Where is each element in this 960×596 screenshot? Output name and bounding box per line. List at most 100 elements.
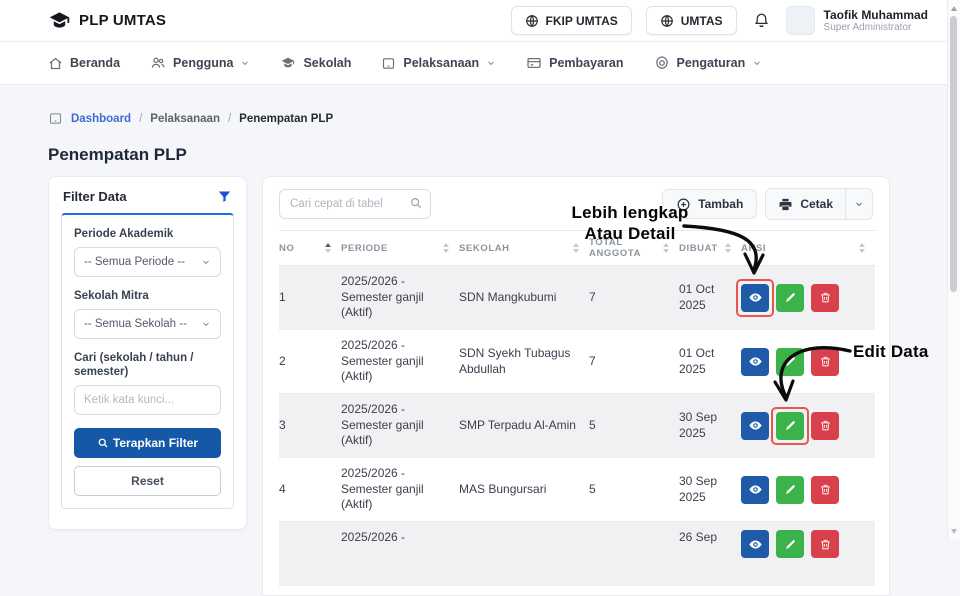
nav-item-pengaturan[interactable]: Pengaturan <box>654 55 763 71</box>
nav-item-pembayaran[interactable]: Pembayaran <box>526 55 623 71</box>
umtas-button[interactable]: UMTAS <box>646 6 737 35</box>
chevron-down-icon <box>240 58 250 68</box>
notification-bell-icon[interactable] <box>753 12 770 29</box>
column-header-dibuat[interactable]: DIBUAT <box>679 231 741 266</box>
cell-no: 1 <box>279 266 341 330</box>
row-actions <box>741 530 867 558</box>
cell-no: 4 <box>279 458 341 522</box>
table-row: 1 2025/2026 - Semester ganjil (Aktif) SD… <box>279 266 875 330</box>
chevron-down-icon <box>486 58 496 68</box>
cell-total-anggota: 5 <box>589 394 679 458</box>
graduation-cap-icon <box>280 55 296 71</box>
cell-sekolah: SDN Mangkubumi <box>459 266 589 330</box>
add-button[interactable]: Tambah <box>662 189 757 219</box>
sort-icon <box>859 243 865 253</box>
eye-icon <box>748 482 763 497</box>
app-logo[interactable]: PLP UMTAS <box>48 9 166 32</box>
edit-button[interactable] <box>776 530 804 558</box>
user-menu[interactable]: Taofik Muhammad Super Administrator <box>786 6 928 35</box>
tablet-icon <box>48 111 63 126</box>
cell-total-anggota: 5 <box>589 458 679 522</box>
users-icon <box>150 55 166 71</box>
breadcrumb-current: Penempatan PLP <box>239 113 333 125</box>
cell-no <box>279 522 341 586</box>
scroll-down-arrow[interactable] <box>951 529 957 534</box>
view-button[interactable] <box>741 348 769 376</box>
placement-table: NO PERIODE SEKOLAH TOTAL ANGGOTA DIBUAT … <box>279 230 875 586</box>
print-button[interactable]: Cetak <box>766 189 845 219</box>
sort-icon <box>325 243 331 253</box>
placement-table-body: 1 2025/2026 - Semester ganjil (Aktif) SD… <box>279 266 875 586</box>
cell-dibuat: 26 Sep <box>679 522 741 586</box>
column-header-no[interactable]: NO <box>279 231 341 266</box>
edit-button[interactable] <box>776 412 804 440</box>
delete-button[interactable] <box>811 476 839 504</box>
credit-card-icon <box>526 55 542 71</box>
apply-filter-button[interactable]: Terapkan Filter <box>74 428 221 458</box>
sort-icon <box>443 243 449 253</box>
page-title: Penempatan PLP <box>48 145 187 165</box>
cell-no: 3 <box>279 394 341 458</box>
cell-no: 2 <box>279 330 341 394</box>
eye-icon <box>748 290 763 305</box>
tablet-icon <box>381 56 396 71</box>
cell-sekolah: SDN Syekh Tubagus Abdullah <box>459 330 589 394</box>
keyword-search-input[interactable] <box>74 385 221 415</box>
cell-periode: 2025/2026 - Semester ganjil (Aktif) <box>341 394 459 458</box>
pencil-icon <box>784 419 797 432</box>
eye-icon <box>748 537 763 552</box>
periode-akademik-select[interactable]: -- Semua Periode -- <box>74 247 221 277</box>
keyword-search-label: Cari (sekolah / tahun / semester) <box>74 351 221 379</box>
cell-periode: 2025/2026 - Semester ganjil (Aktif) <box>341 266 459 330</box>
chevron-down-icon <box>201 257 211 267</box>
row-actions <box>741 476 867 504</box>
cell-periode: 2025/2026 - Semester ganjil (Aktif) <box>341 330 459 394</box>
scroll-up-arrow[interactable] <box>951 6 957 11</box>
brand-name: PLP UMTAS <box>79 12 166 29</box>
cell-total-anggota: 7 <box>589 266 679 330</box>
nav-item-beranda[interactable]: Beranda <box>48 56 120 71</box>
fkip-umtas-button[interactable]: FKIP UMTAS <box>511 6 632 35</box>
edit-button[interactable] <box>776 348 804 376</box>
reset-filter-button[interactable]: Reset <box>74 466 221 496</box>
delete-button[interactable] <box>811 348 839 376</box>
delete-button[interactable] <box>811 530 839 558</box>
view-button[interactable] <box>741 412 769 440</box>
nav-item-pengguna[interactable]: Pengguna <box>150 55 250 71</box>
cell-total-anggota: 7 <box>589 330 679 394</box>
table-row: 2 2025/2026 - Semester ganjil (Aktif) SD… <box>279 330 875 394</box>
sekolah-mitra-label: Sekolah Mitra <box>74 289 221 303</box>
view-button[interactable] <box>741 476 769 504</box>
umtas-label: UMTAS <box>681 14 723 28</box>
delete-button[interactable] <box>811 284 839 312</box>
filter-panel: Filter Data Periode Akademik -- Semua Pe… <box>48 176 247 530</box>
edit-button[interactable] <box>776 476 804 504</box>
fkip-umtas-label: FKIP UMTAS <box>546 14 618 28</box>
cell-dibuat: 01 Oct 2025 <box>679 330 741 394</box>
view-button[interactable] <box>741 284 769 312</box>
pencil-icon <box>784 538 797 551</box>
cell-dibuat: 30 Sep 2025 <box>679 458 741 522</box>
pencil-icon <box>784 355 797 368</box>
column-header-total-anggota[interactable]: TOTAL ANGGOTA <box>589 231 679 266</box>
breadcrumb-pelaksanaan: Pelaksanaan <box>150 113 220 125</box>
main-nav: Beranda Pengguna Sekolah Pelaksanaan Pem… <box>0 42 948 85</box>
column-header-aksi[interactable]: AKSI <box>741 231 875 266</box>
scrollbar-thumb[interactable] <box>950 16 957 292</box>
nav-item-sekolah[interactable]: Sekolah <box>280 55 351 71</box>
print-options-caret[interactable] <box>845 189 872 219</box>
globe-icon <box>660 14 674 28</box>
sort-icon <box>573 243 579 253</box>
edit-button[interactable] <box>776 284 804 312</box>
cell-total-anggota <box>589 522 679 586</box>
nav-item-pelaksanaan[interactable]: Pelaksanaan <box>381 56 496 71</box>
breadcrumb-dashboard[interactable]: Dashboard <box>71 113 131 125</box>
sekolah-mitra-select[interactable]: -- Semua Sekolah -- <box>74 309 221 339</box>
gear-icon <box>654 55 670 71</box>
filter-funnel-icon[interactable] <box>217 189 232 204</box>
page-scrollbar[interactable] <box>947 0 960 540</box>
delete-button[interactable] <box>811 412 839 440</box>
column-header-sekolah[interactable]: SEKOLAH <box>459 231 589 266</box>
view-button[interactable] <box>741 530 769 558</box>
column-header-periode[interactable]: PERIODE <box>341 231 459 266</box>
